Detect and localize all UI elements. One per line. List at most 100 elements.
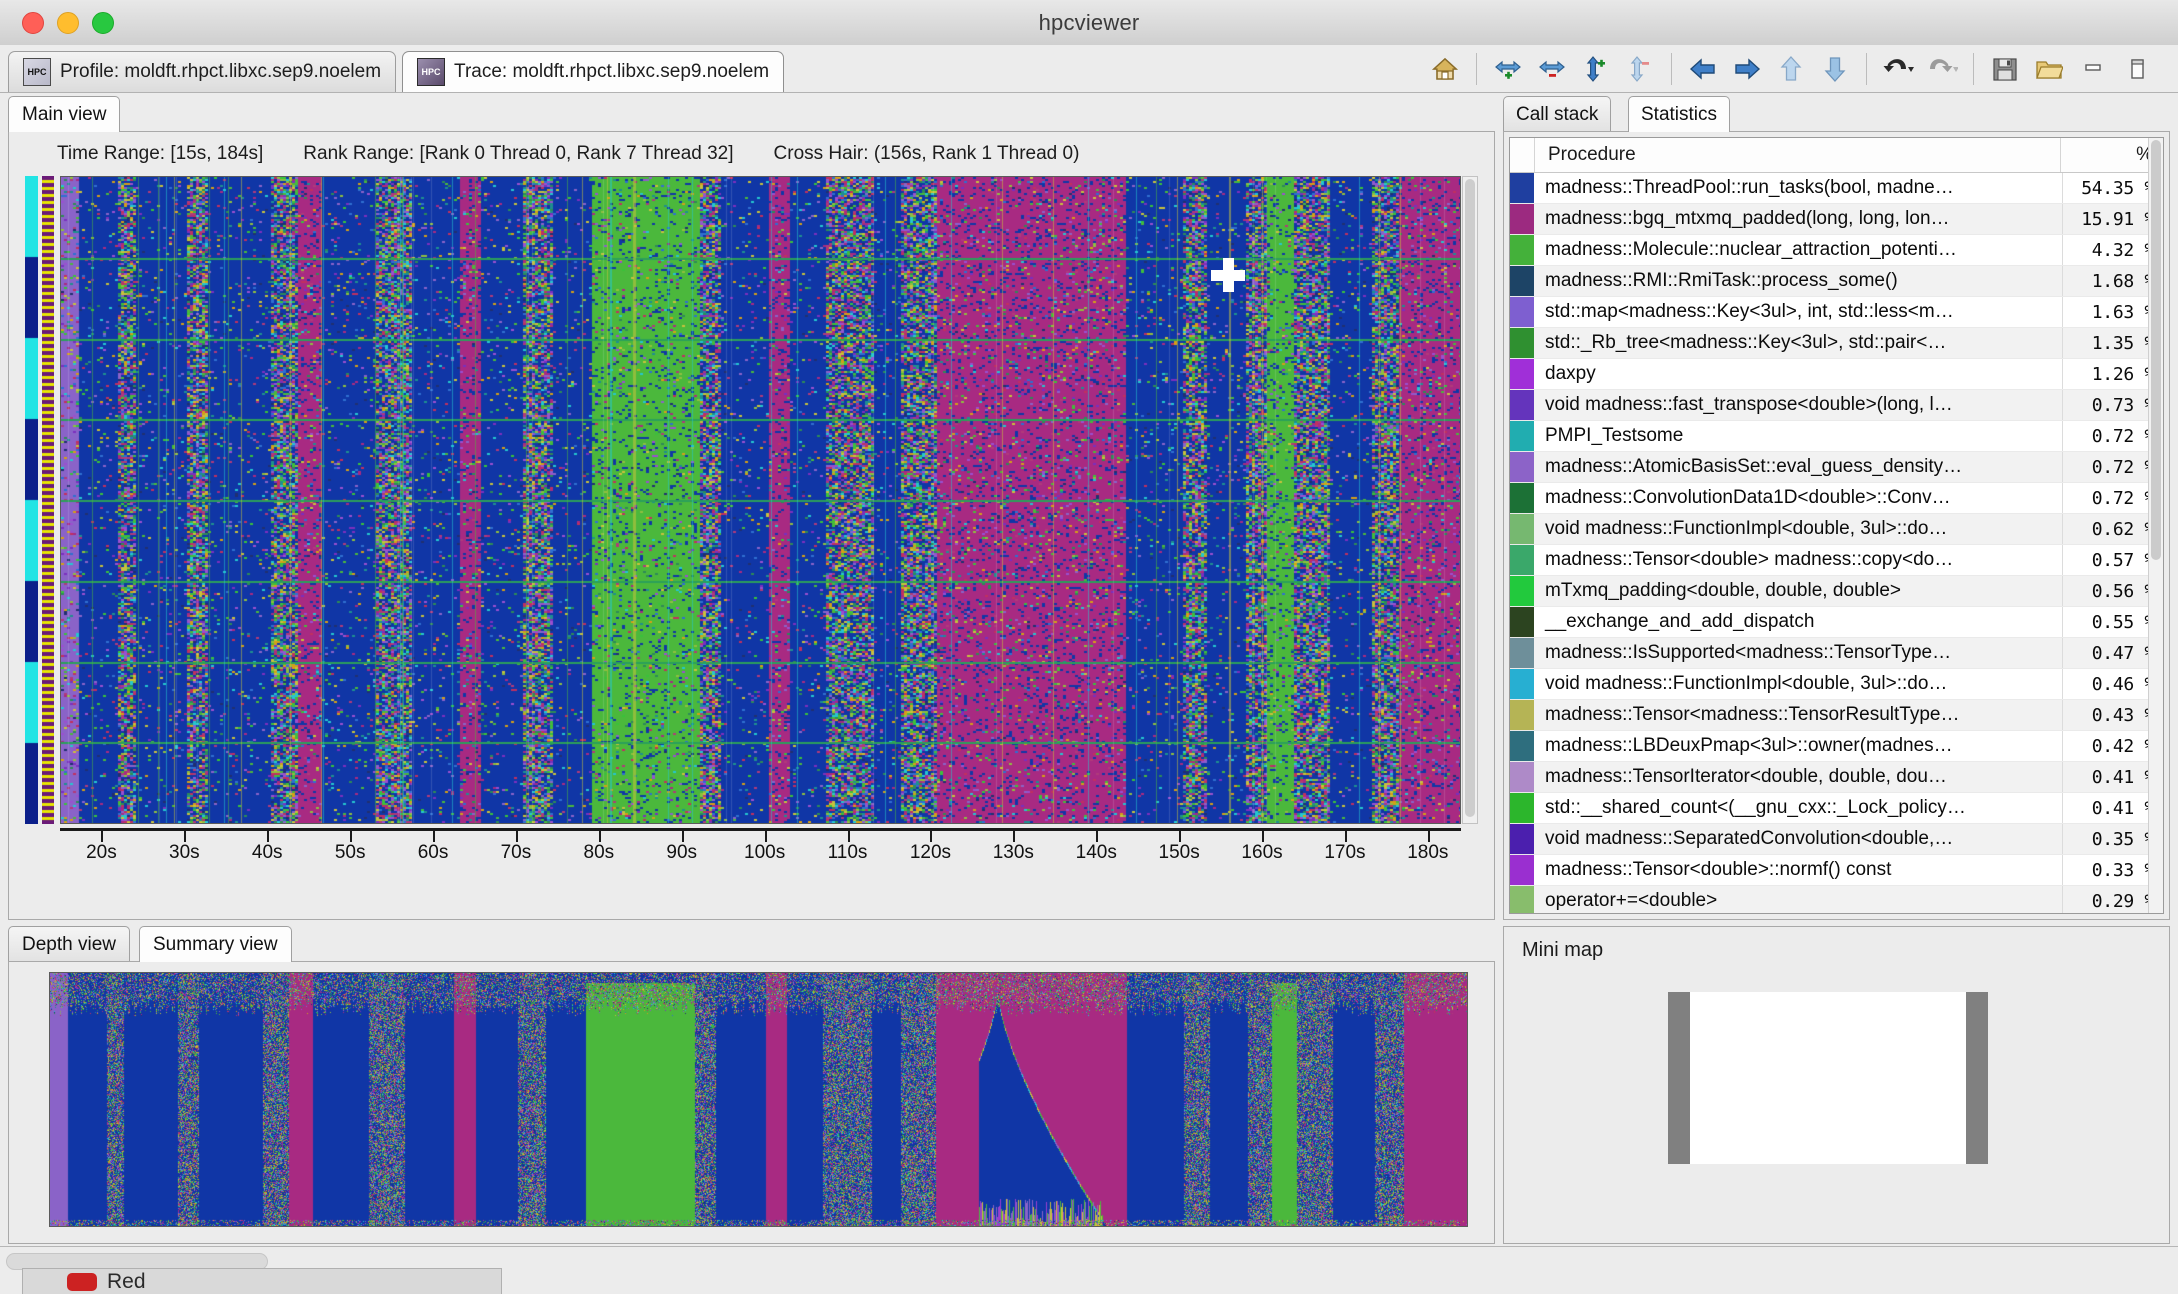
table-row[interactable]: madness::Tensor<madness::TensorResultTyp…	[1510, 700, 2163, 731]
axis-tick-label: 180s	[1407, 842, 1448, 864]
axis-tick	[101, 831, 103, 842]
statistics-body: Procedure % madness::ThreadPool::run_tas…	[1503, 132, 2170, 920]
editor-tab-strip: HPC Profile: moldft.rhpct.libxc.sep9.noe…	[0, 45, 2178, 93]
table-row[interactable]: madness::IsSupported<madness::TensorType…	[1510, 638, 2163, 669]
table-row[interactable]: daxpy1.26 %	[1510, 359, 2163, 390]
statistics-scrollbar[interactable]	[2148, 138, 2163, 913]
mini-map-left-handle[interactable]	[1668, 992, 1690, 1164]
table-row[interactable]: std::_Rb_tree<madness::Key<3ul>, std::pa…	[1510, 328, 2163, 359]
axis-tick-label: 60s	[418, 842, 449, 864]
minimize-window-icon[interactable]	[2071, 50, 2115, 88]
title-bar: hpcviewer	[0, 0, 2178, 46]
table-row[interactable]: std::map<madness::Key<3ul>, int, std::le…	[1510, 297, 2163, 328]
home-icon[interactable]	[1423, 50, 1467, 88]
mini-map-label: Mini map	[1522, 939, 1603, 962]
procedure-name: madness::bgq_mtxmq_padded(long, long, lo…	[1534, 204, 2063, 234]
table-row[interactable]: madness::ThreadPool::run_tasks(bool, mad…	[1510, 173, 2163, 204]
tab-main-view[interactable]: Main view	[8, 96, 120, 132]
table-row[interactable]: madness::ConvolutionData1D<double>::Conv…	[1510, 483, 2163, 514]
zoom-in-horizontal-icon[interactable]	[1486, 50, 1530, 88]
go-left-icon[interactable]	[1681, 50, 1725, 88]
table-row[interactable]: void madness::fast_transpose<double>(lon…	[1510, 390, 2163, 421]
axis-tick-label: 100s	[744, 842, 785, 864]
procedure-name: void madness::fast_transpose<double>(lon…	[1534, 390, 2063, 420]
table-row[interactable]: madness::RMI::RmiTask::process_some()1.6…	[1510, 266, 2163, 297]
table-row[interactable]: std::__shared_count<(__gnu_cxx::_Lock_po…	[1510, 793, 2163, 824]
mini-map-selection[interactable]	[1688, 992, 1968, 1164]
window-controls	[22, 12, 114, 34]
tab-call-stack-label: Call stack	[1516, 104, 1598, 126]
tab-trace[interactable]: HPC Trace: moldft.rhpct.libxc.sep9.noele…	[402, 51, 784, 92]
table-row[interactable]: madness::Molecule::nuclear_attraction_po…	[1510, 235, 2163, 266]
trace-canvas[interactable]	[60, 176, 1461, 824]
zoom-out-vertical-icon[interactable]	[1618, 50, 1662, 88]
right-panel-tab-bar: Call stack Statistics	[1503, 96, 2170, 132]
axis-tick	[682, 831, 684, 842]
tab-profile[interactable]: HPC Profile: moldft.rhpct.libxc.sep9.noe…	[8, 51, 396, 92]
tab-depth-view[interactable]: Depth view	[8, 926, 130, 962]
tab-call-stack[interactable]: Call stack	[1503, 96, 1611, 132]
table-row[interactable]: madness::Tensor<double> madness::copy<do…	[1510, 545, 2163, 576]
procedure-color-swatch	[1510, 452, 1534, 482]
axis-tick	[516, 831, 518, 842]
procedure-name: madness::RMI::RmiTask::process_some()	[1534, 266, 2063, 296]
table-row[interactable]: void madness::SeparatedConvolution<doubl…	[1510, 824, 2163, 855]
partial-popup-red[interactable]: Red	[22, 1268, 502, 1294]
save-icon[interactable]	[1983, 50, 2027, 88]
go-right-icon[interactable]	[1725, 50, 1769, 88]
statistics-table-header: Procedure %	[1510, 138, 2163, 173]
zoom-out-horizontal-icon[interactable]	[1530, 50, 1574, 88]
time-range-label: Time Range: [15s, 184s]	[57, 143, 263, 165]
table-row[interactable]: void madness::FunctionImpl<double, 3ul>:…	[1510, 514, 2163, 545]
table-row[interactable]: madness::Tensor<double>::normf() const0.…	[1510, 855, 2163, 886]
minimize-button[interactable]	[57, 12, 79, 34]
table-row[interactable]: madness::TensorIterator<double, double, …	[1510, 762, 2163, 793]
table-row[interactable]: operator+=<double>0.29 %	[1510, 886, 2163, 914]
zoom-in-vertical-icon[interactable]	[1574, 50, 1618, 88]
axis-tick-label: 20s	[86, 842, 117, 864]
table-row[interactable]: PMPI_Testsome0.72 %	[1510, 421, 2163, 452]
axis-tick-label: 30s	[169, 842, 200, 864]
procedure-column-header[interactable]: Procedure	[1535, 138, 2061, 172]
statistics-scrollbar-thumb[interactable]	[2151, 140, 2161, 560]
axis-tick	[1013, 831, 1015, 842]
procedure-name: mTxmq_padding<double, double, double>	[1534, 576, 2063, 606]
mini-map-viewport[interactable]	[1668, 992, 1988, 1164]
axis-tick	[1179, 831, 1181, 842]
tab-summary-view[interactable]: Summary view	[139, 926, 292, 962]
go-up-icon[interactable]	[1769, 50, 1813, 88]
procedure-name: madness::AtomicBasisSet::eval_guess_dens…	[1534, 452, 2063, 482]
axis-tick	[350, 831, 352, 842]
summary-canvas[interactable]	[49, 972, 1468, 1227]
tab-main-view-label: Main view	[22, 104, 106, 126]
go-down-icon[interactable]	[1813, 50, 1857, 88]
table-row[interactable]: __exchange_and_add_dispatch0.55 %	[1510, 607, 2163, 638]
mini-map-right-handle[interactable]	[1966, 992, 1988, 1164]
procedure-color-swatch	[1510, 173, 1534, 203]
procedure-name: std::_Rb_tree<madness::Key<3ul>, std::pa…	[1534, 328, 2063, 358]
tab-statistics-label: Statistics	[1641, 104, 1717, 126]
close-button[interactable]	[22, 12, 44, 34]
procedure-color-swatch	[1510, 886, 1534, 914]
toolbar-group-zoom	[1477, 51, 1671, 87]
axis-tick-label: 120s	[910, 842, 951, 864]
table-row[interactable]: void madness::FunctionImpl<double, 3ul>:…	[1510, 669, 2163, 700]
table-row[interactable]: madness::LBDeuxPmap<3ul>::owner(madnes…0…	[1510, 731, 2163, 762]
procedure-name: madness::IsSupported<madness::TensorType…	[1534, 638, 2063, 668]
statistics-rows: madness::ThreadPool::run_tasks(bool, mad…	[1510, 173, 2163, 914]
trace-vertical-scrollbar-thumb[interactable]	[1465, 179, 1475, 817]
redo-icon[interactable]	[1920, 50, 1964, 88]
undo-icon[interactable]	[1876, 50, 1920, 88]
main-view-tab-bar: Main view	[8, 96, 1495, 132]
procedure-name: madness::Molecule::nuclear_attraction_po…	[1534, 235, 2063, 265]
zoom-button[interactable]	[92, 12, 114, 34]
table-row[interactable]: mTxmq_padding<double, double, double>0.5…	[1510, 576, 2163, 607]
table-row[interactable]: madness::bgq_mtxmq_padded(long, long, lo…	[1510, 204, 2163, 235]
trace-vertical-scrollbar[interactable]	[1462, 176, 1478, 824]
procedure-color-swatch	[1510, 762, 1534, 792]
procedure-name: PMPI_Testsome	[1534, 421, 2063, 451]
open-folder-icon[interactable]	[2027, 50, 2071, 88]
tab-statistics[interactable]: Statistics	[1628, 96, 1730, 132]
table-row[interactable]: madness::AtomicBasisSet::eval_guess_dens…	[1510, 452, 2163, 483]
maximize-window-icon[interactable]	[2115, 50, 2159, 88]
